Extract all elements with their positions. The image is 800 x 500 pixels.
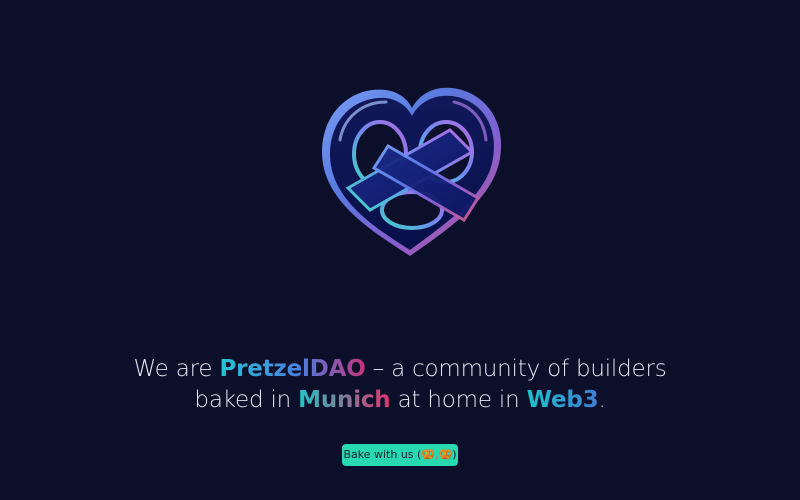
brand-name: PretzelDAO bbox=[219, 356, 366, 382]
tagline-line-1: We are PretzelDAO – a community of build… bbox=[0, 354, 800, 385]
tagline-prefix: We are bbox=[133, 356, 220, 382]
tagline-end: . bbox=[598, 387, 606, 413]
web3-label: Web3 bbox=[526, 387, 599, 413]
tagline-middle: at home in bbox=[390, 387, 527, 413]
pretzel-emoji-icon: 🥨,🥨 bbox=[421, 448, 453, 461]
tagline-line-2: baked in Munich at home in Web3. bbox=[0, 385, 800, 416]
cta-label-prefix: Bake with us ( bbox=[343, 448, 422, 461]
tagline-suffix: – a community of builders bbox=[365, 356, 667, 382]
tagline-baked-prefix: baked in bbox=[194, 387, 299, 413]
cta-label-suffix: ) bbox=[452, 448, 457, 461]
pretzel-logo-icon bbox=[322, 87, 502, 256]
city-name: Munich bbox=[298, 387, 391, 413]
hero-tagline: We are PretzelDAO – a community of build… bbox=[0, 354, 800, 416]
bake-with-us-button[interactable]: Bake with us (🥨,🥨) bbox=[342, 444, 458, 466]
